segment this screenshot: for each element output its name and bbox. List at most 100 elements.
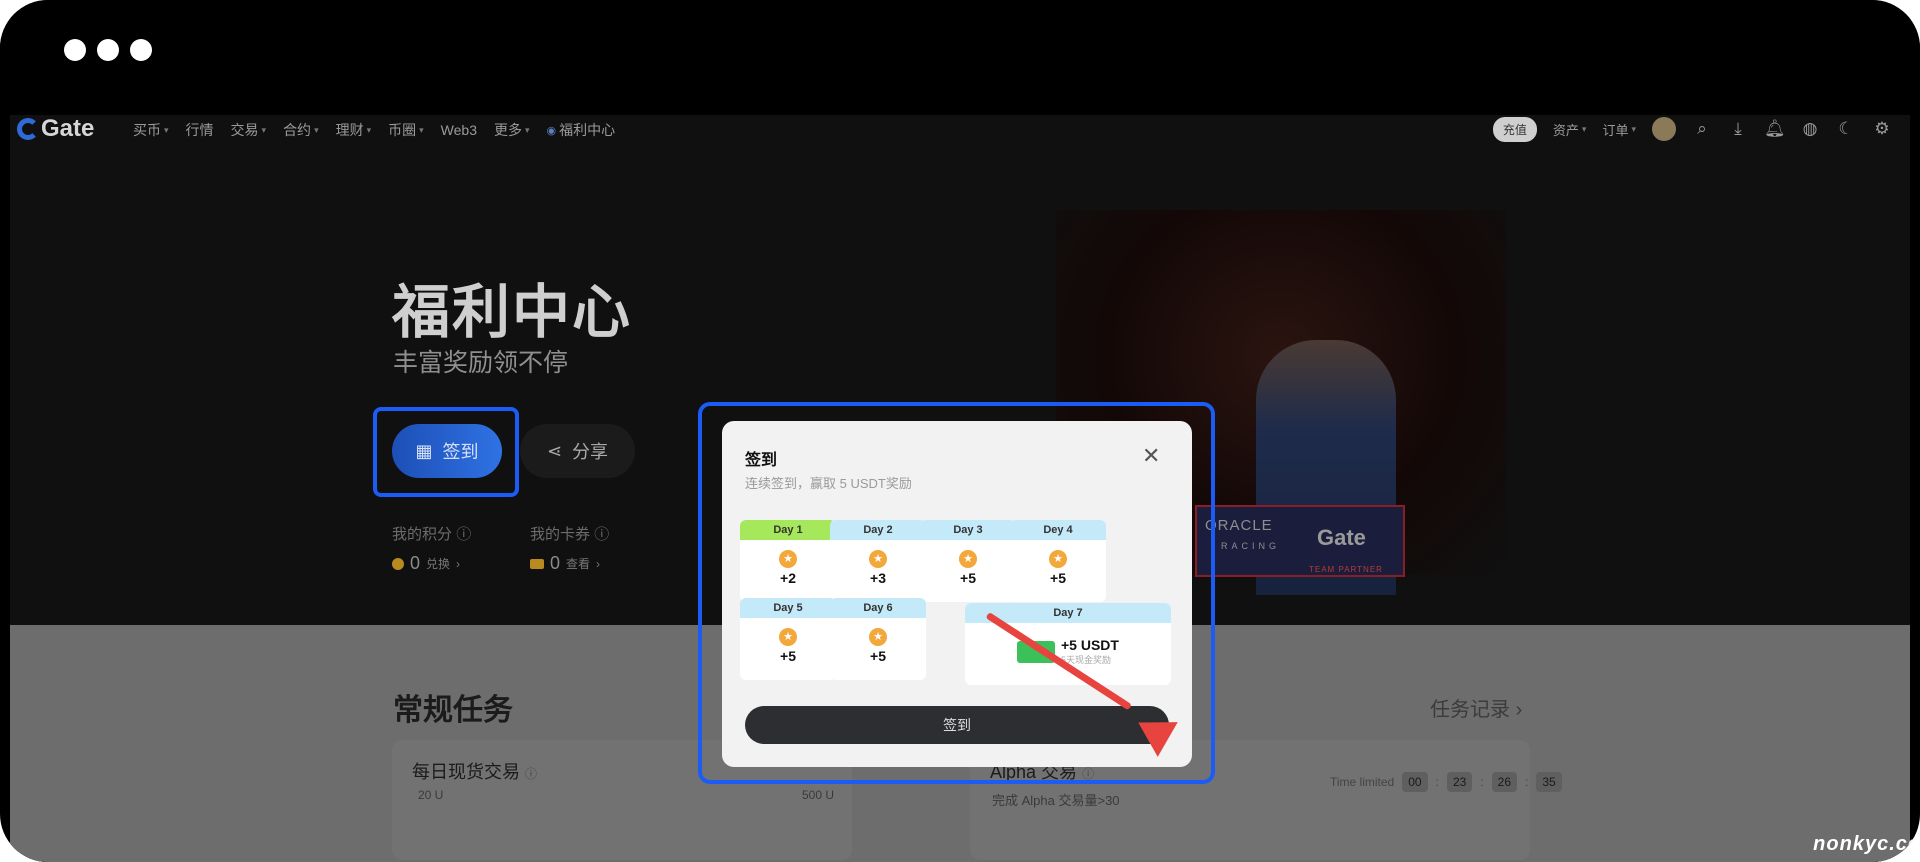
nav-item-label: 买币 xyxy=(133,122,161,138)
team-partner-text: TEAM PARTNER xyxy=(1309,565,1383,574)
highlight-box-checkin xyxy=(373,407,519,497)
task-record-link[interactable]: 任务记录 › xyxy=(1430,693,1522,722)
day-card-1: Day 1 +2 xyxy=(740,520,836,602)
coupon-label-text: 我的卡券 xyxy=(530,526,591,543)
day7-value: +5 USDT xyxy=(1061,637,1119,653)
day-card-2: Day 2 +3 xyxy=(830,520,926,602)
deposit-button[interactable]: 充值 xyxy=(1492,116,1537,142)
star-coin-icon xyxy=(869,628,887,646)
points-value[interactable]: 0 兑换 › xyxy=(392,553,460,574)
orders-label: 订单 xyxy=(1602,122,1629,138)
nav-item-label: Web3 xyxy=(440,122,477,138)
chevron-down-icon: ▾ xyxy=(261,124,267,135)
star-coin-icon xyxy=(959,550,977,568)
orders-menu[interactable]: 订单 ▾ xyxy=(1602,120,1636,139)
search-icon[interactable]: ⌕ xyxy=(1692,119,1712,139)
day-card-3: Day 3 +5 xyxy=(920,520,1016,602)
star-coin-icon xyxy=(869,550,887,568)
range-max: 500 U xyxy=(802,788,835,802)
timer-minutes: 26 xyxy=(1491,772,1517,792)
chevron-down-icon: ▾ xyxy=(419,124,424,135)
nav-item[interactable]: 合约 ▾ xyxy=(283,120,319,140)
nav-item[interactable]: 币圈 ▾ xyxy=(388,120,424,140)
nav-item[interactable]: 理财 ▾ xyxy=(336,120,372,140)
day-card-5: Day 5 +5 xyxy=(740,598,836,680)
star-coin-icon xyxy=(1049,550,1067,568)
ticket-icon xyxy=(530,558,544,569)
device-frame: Gate 买币 ▾ 行情 交易 ▾ 合约 ▾ 理财 ▾ 币圈 ▾ Web3 更多 ▾ ◉ 福利中心 充值 资产… xyxy=(0,0,1920,862)
nav-item-label: 币圈 xyxy=(388,122,417,138)
chevron-down-icon: ▾ xyxy=(1631,123,1636,134)
gate-logo-icon xyxy=(17,118,39,140)
star-coin-icon xyxy=(779,550,797,568)
points-label-text: 我的积分 xyxy=(392,526,453,543)
download-icon[interactable]: ⤓ xyxy=(1728,119,1748,139)
timer-seconds: 35 xyxy=(1536,772,1562,792)
nav-item[interactable]: 交易 ▾ xyxy=(231,120,267,140)
nav-item-label: 更多 xyxy=(493,122,522,138)
nav-item[interactable]: Web3 xyxy=(441,120,477,140)
section-title: 常规任务 xyxy=(393,694,513,727)
day-label: Day 1 xyxy=(740,520,836,540)
points-number: 0 xyxy=(410,553,421,573)
nav-item-label: 合约 xyxy=(283,122,312,138)
globe-icon[interactable]: ◍ xyxy=(1800,119,1820,139)
day-value: +5 xyxy=(780,648,796,664)
share-label: 分享 xyxy=(572,442,609,462)
chevron-right-icon: › xyxy=(1515,699,1523,721)
nav-menu: 买币 ▾ 行情 交易 ▾ 合约 ▾ 理财 ▾ 币圈 ▾ Web3 更多 ▾ ◉ 福利中心 xyxy=(133,120,615,140)
info-icon: ⓘ xyxy=(594,526,610,543)
share-icon: ⋖ xyxy=(546,440,563,461)
coin-icon xyxy=(392,557,404,570)
nav-item-label: 行情 xyxy=(185,122,214,138)
nav-item[interactable]: 买币 ▾ xyxy=(133,120,169,140)
day-label: Day 6 xyxy=(830,598,926,618)
nav-item-label: 理财 xyxy=(335,122,364,138)
task-card-title: 每日现货交易 ⓘ xyxy=(412,758,537,784)
nav-item[interactable]: 更多 ▾ xyxy=(494,120,530,140)
racing-text: RACING xyxy=(1221,541,1281,551)
chevron-down-icon: ▾ xyxy=(1581,123,1587,134)
nav-item-label: 福利中心 xyxy=(559,122,616,138)
star-coin-icon xyxy=(779,628,797,646)
chevron-down-icon: ▾ xyxy=(366,124,372,135)
coupon-action: 查看 xyxy=(566,557,591,571)
page-subtitle: 丰富奖励领不停 xyxy=(393,349,569,377)
top-nav: Gate 买币 ▾ 行情 交易 ▾ 合约 ▾ 理财 ▾ 币圈 ▾ Web3 更多 ▾ ◉ 福利中心 充值 资产… xyxy=(10,115,1910,143)
range-min: 20 U xyxy=(418,788,444,802)
moon-icon[interactable]: ☾ xyxy=(1836,119,1856,139)
assets-menu[interactable]: 资产 ▾ xyxy=(1553,120,1587,139)
day-value: +2 xyxy=(780,570,796,586)
time-limited-label: Time limited xyxy=(1330,775,1395,789)
bell-icon[interactable]: 🔔︎ xyxy=(1764,119,1786,139)
nav-right: 充值 资产 ▾ 订单 ▾ ⌕ ⤓ 🔔︎ ◍ ☾ ⚙ xyxy=(1492,115,1892,143)
points-action: 兑换 xyxy=(426,557,451,571)
day-value: +5 xyxy=(960,570,976,586)
task-card-desc: 完成 Alpha 交易量>30 xyxy=(992,793,1120,808)
points-label: 我的积分 ⓘ xyxy=(392,523,471,544)
nav-item-label: 交易 xyxy=(230,122,259,138)
coupon-number: 0 xyxy=(550,553,561,573)
coupon-label: 我的卡券 ⓘ xyxy=(530,523,609,544)
chevron-right-icon: › xyxy=(456,556,461,571)
gear-icon[interactable]: ⚙ xyxy=(1872,119,1892,139)
gate-text: Gate xyxy=(1317,525,1366,550)
task-record-label: 任务记录 xyxy=(1430,699,1510,721)
day-label: Dey 4 xyxy=(1010,520,1106,540)
gate-logo[interactable]: Gate xyxy=(17,115,94,143)
info-icon: ⓘ xyxy=(525,767,538,781)
modal-checkin-button[interactable]: 签到 xyxy=(745,706,1169,744)
window-dot-icon xyxy=(97,39,119,61)
task-card-title-text: 每日现货交易 xyxy=(412,762,520,782)
sponsor-badge: ORACLE RACING Gate TEAM PARTNER xyxy=(1195,505,1405,577)
day-value: +5 xyxy=(870,648,886,664)
share-button[interactable]: ⋖ 分享 xyxy=(520,424,635,478)
coupon-value[interactable]: 0 查看 › xyxy=(530,553,600,574)
countdown-timer: Time limited 00: 23: 26: 35 xyxy=(1330,772,1562,792)
nav-item[interactable]: 行情 xyxy=(186,120,214,140)
avatar[interactable] xyxy=(1652,117,1676,141)
nav-item[interactable]: ◉ 福利中心 xyxy=(547,120,616,140)
close-icon[interactable]: ✕ xyxy=(1142,443,1160,469)
timer-days: 00 xyxy=(1402,772,1428,792)
checkin-modal: 签到 连续签到，赢取 5 USDT奖励 ✕ Day 1+2Day 2+3Day … xyxy=(722,421,1192,767)
